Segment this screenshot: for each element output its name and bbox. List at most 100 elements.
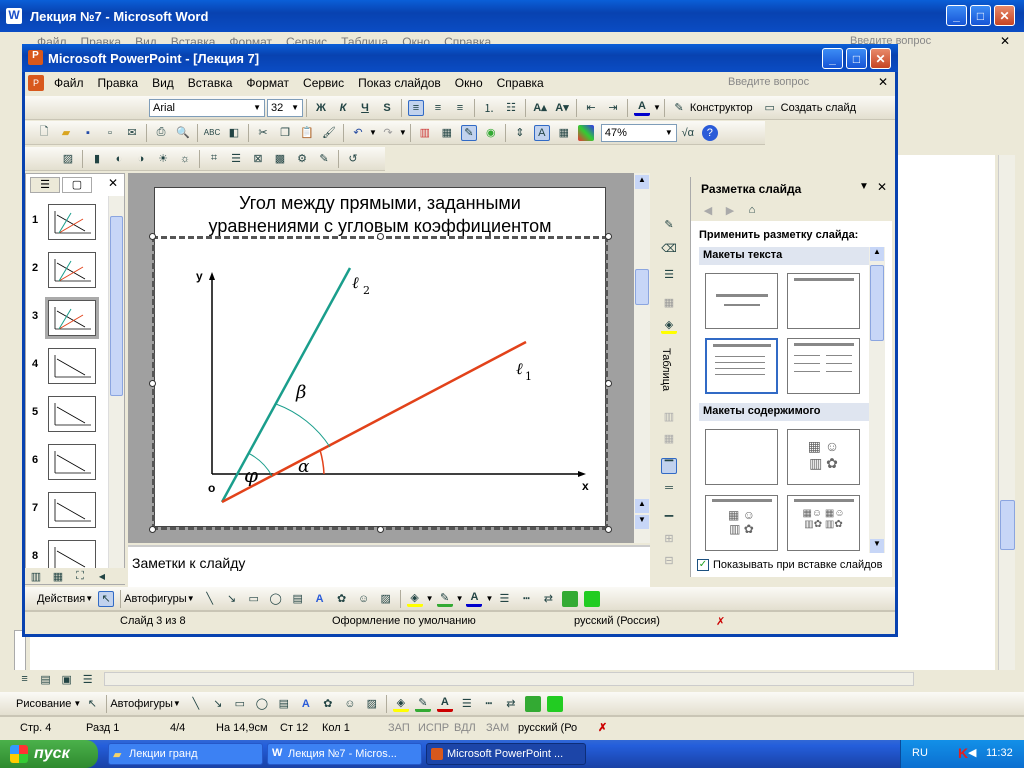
layouts-scroll-down[interactable]: ▼ <box>870 539 884 553</box>
volume-icon[interactable]: ◀ <box>968 746 976 759</box>
ppt-arrow-icon[interactable]: ↘ <box>224 591 240 607</box>
taskbar-item-powerpoint[interactable]: Microsoft PowerPoint ... <box>426 743 586 765</box>
bullets-icon[interactable]: ☷ <box>503 100 519 116</box>
rectangle-icon[interactable]: ▭ <box>232 696 248 712</box>
slide-pane-scrollbar[interactable] <box>108 196 124 584</box>
new-slide-button[interactable]: Создать слайд <box>781 102 856 114</box>
ppt-close-button[interactable]: ✕ <box>870 48 891 69</box>
set-transparent-icon[interactable]: ✎ <box>316 151 332 167</box>
line-style-icon[interactable]: ☰ <box>459 696 475 712</box>
ppt-menu-tools[interactable]: Сервис <box>296 76 351 90</box>
align-left-icon[interactable]: ≡ <box>408 99 424 116</box>
word-scroll-thumb[interactable] <box>1000 500 1015 550</box>
forward-icon[interactable]: ▶ <box>722 202 738 218</box>
picture-icon[interactable]: ▨ <box>364 696 380 712</box>
start-button[interactable]: пуск <box>0 740 98 768</box>
crop-icon[interactable]: ⌗ <box>206 151 222 167</box>
taskbar-item-folder[interactable]: ▰ Лекции гранд <box>108 743 263 765</box>
slide-thumbnail[interactable] <box>45 297 99 339</box>
show-formatting-icon[interactable]: A <box>533 124 550 141</box>
notes-pane[interactable]: Заметки к слайду <box>128 545 650 587</box>
show-grid-icon[interactable]: ▦ <box>556 125 572 141</box>
layout-title-content[interactable]: ▦ ☺ ▥ ✿ <box>705 495 778 551</box>
ppt-clipart-icon[interactable]: ☺ <box>356 591 372 607</box>
back-icon[interactable]: ◀ <box>700 202 716 218</box>
new-slide-icon[interactable]: ▭ <box>762 100 778 116</box>
text-color-icon[interactable]: A <box>634 100 650 116</box>
insert-hyperlink-icon[interactable]: ◉ <box>483 125 499 141</box>
designer-icon[interactable]: ✎ <box>671 100 687 116</box>
color-grayscale-icon[interactable] <box>577 124 594 141</box>
word-status-rec[interactable]: ЗАП <box>388 722 410 734</box>
ppt-line-icon[interactable]: ╲ <box>202 591 218 607</box>
save-icon[interactable]: ▪ <box>80 125 96 141</box>
ppt-arrow-style-icon[interactable]: ⇄ <box>540 591 556 607</box>
insert-picture-icon[interactable]: ▨ <box>60 151 76 167</box>
spelling-icon[interactable]: ABC <box>204 125 220 141</box>
eraser-icon[interactable]: ⌫ <box>661 240 677 256</box>
paste-icon[interactable]: 📋 <box>299 125 315 141</box>
3d-icon[interactable] <box>546 695 563 712</box>
normal-view-icon[interactable]: ≡ <box>17 671 32 687</box>
numbering-icon[interactable]: ⒈ <box>481 100 497 116</box>
ppt-line-color-icon[interactable]: ✎ <box>436 591 453 607</box>
compress-icon[interactable]: ⊠ <box>250 151 266 167</box>
layout-blank[interactable] <box>705 429 778 485</box>
font-name-combo[interactable]: Arial ▼ <box>149 98 265 117</box>
draw-table-icon[interactable]: ✎ <box>661 216 677 232</box>
slide-vscrollbar[interactable]: ▲ ▲ ▼ <box>634 173 650 543</box>
ppt-doc-icon[interactable]: P <box>28 75 44 91</box>
layouts-scrollbar[interactable]: ▲ ▼ <box>869 247 885 553</box>
ppt-spelling-icon[interactable]: ✗ <box>716 615 725 628</box>
ppt-autoshapes-menu[interactable]: Автофигуры <box>124 593 187 605</box>
resize-handle[interactable] <box>149 233 156 240</box>
email-icon[interactable]: ✉ <box>124 125 140 141</box>
ppt-menu-insert[interactable]: Вставка <box>181 76 240 90</box>
ppt-help-close[interactable]: ✕ <box>878 75 888 89</box>
antivirus-icon[interactable]: K <box>958 745 968 761</box>
normal-view-button-icon[interactable]: ▥ <box>28 568 44 584</box>
word-vscrollbar[interactable] <box>998 155 1015 670</box>
language-indicator[interactable]: RU <box>912 747 928 759</box>
insert-table-icon[interactable]: ▦ <box>439 125 455 141</box>
align-right-icon[interactable]: ≡ <box>452 100 468 116</box>
slide-sorter-icon[interactable]: ▦ <box>50 568 66 584</box>
layout-title-only[interactable] <box>787 273 860 329</box>
ppt-fill-color-icon[interactable]: ◈ <box>406 591 423 607</box>
home-icon[interactable]: ⌂ <box>744 202 760 218</box>
ppt-diagram-icon[interactable]: ✿ <box>334 591 350 607</box>
ppt-menu-format[interactable]: Формат <box>239 76 296 90</box>
dash-style-icon[interactable]: ┅ <box>481 696 497 712</box>
reset-picture-icon[interactable]: ↺ <box>345 151 361 167</box>
show-on-insert-checkbox[interactable]: ✓ <box>697 559 709 571</box>
clipart-icon[interactable]: ☺ <box>342 696 358 712</box>
slide-pane-close[interactable]: ✕ <box>108 176 118 190</box>
less-brightness-icon[interactable]: ☼ <box>177 151 193 167</box>
help-icon[interactable]: ? <box>701 124 718 141</box>
ppt-help-box[interactable]: Введите вопрос <box>728 76 858 88</box>
spelling-status-icon[interactable]: ✗ <box>598 721 607 734</box>
decrease-font-icon[interactable]: A▾ <box>554 100 570 116</box>
diagram-icon[interactable]: ✿ <box>320 696 336 712</box>
insert-chart-icon[interactable]: ▥ <box>417 125 433 141</box>
task-pane-close[interactable]: ✕ <box>877 180 887 194</box>
open-icon[interactable]: ▰ <box>58 125 74 141</box>
line-style-picture-icon[interactable]: ☰ <box>228 151 244 167</box>
slide-scroll-thumb[interactable] <box>635 269 649 305</box>
word-drawing-menu[interactable]: Рисование <box>16 698 71 710</box>
increase-indent-icon[interactable]: ⇥ <box>605 100 621 116</box>
actions-menu[interactable]: Действия <box>37 593 85 605</box>
word-minimize-button[interactable]: _ <box>946 5 967 26</box>
format-picture-icon[interactable]: ⚙ <box>294 151 310 167</box>
resize-handle[interactable] <box>377 233 384 240</box>
fill-table-icon[interactable]: ◈ <box>661 318 677 334</box>
layout-two-column-text[interactable] <box>787 338 860 394</box>
underline-icon[interactable]: Ч <box>357 100 373 116</box>
word-autoshapes-menu[interactable]: Автофигуры <box>110 698 173 710</box>
word-maximize-button[interactable]: □ <box>970 5 991 26</box>
line-color-icon[interactable]: ✎ <box>414 696 431 712</box>
distribute-cols-icon[interactable]: ⊟ <box>661 552 677 568</box>
layout-content[interactable]: ▦ ☺ ▥ ✿ <box>787 429 860 485</box>
word-status-ext[interactable]: ВДЛ <box>454 722 476 734</box>
web-view-icon[interactable]: ▤ <box>38 671 53 687</box>
